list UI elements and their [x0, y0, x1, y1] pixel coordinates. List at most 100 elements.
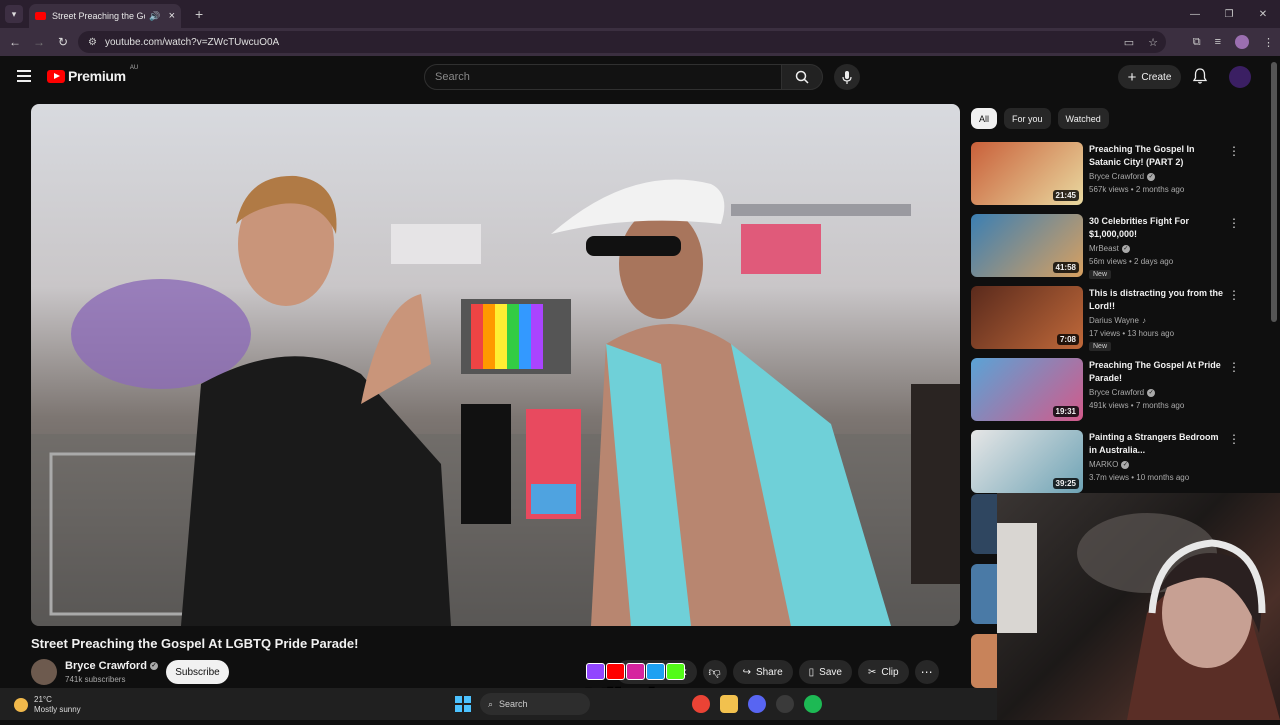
list-item[interactable]: 19:31 Preaching The Gospel At Pride Para…: [971, 358, 1271, 430]
list-item[interactable]: 39:25 Painting a Strangers Bedroom in Au…: [971, 430, 1271, 502]
video-thumbnail[interactable]: 19:31: [971, 358, 1083, 421]
bookmark-star-icon[interactable]: ☆: [1148, 36, 1158, 49]
video-player[interactable]: [31, 104, 960, 626]
channel-name-text: Bryce Crawford: [65, 660, 147, 672]
music-note-icon: ♪: [1141, 316, 1146, 325]
minimize-icon[interactable]: —: [1178, 0, 1212, 28]
address-bar[interactable]: ⚙ youtube.com/watch?v=ZWcTUwcuO0A ▭ ☆: [78, 31, 1166, 53]
new-badge: New: [1089, 342, 1112, 351]
menu-icon[interactable]: [17, 70, 31, 82]
forward-icon[interactable]: →: [27, 35, 51, 49]
video-frame: [31, 175, 960, 626]
new-tab-icon[interactable]: +: [195, 6, 203, 22]
rec-channel[interactable]: Bryce Crawford ✓: [1089, 172, 1156, 181]
window-close-icon[interactable]: ✕: [1246, 0, 1280, 28]
more-actions-button[interactable]: ⋯: [914, 660, 939, 684]
video-thumbnail[interactable]: 41:58: [971, 214, 1083, 277]
duration-badge: 7:08: [1056, 334, 1079, 345]
search-placeholder: Search: [435, 71, 470, 83]
share-label: Share: [755, 666, 783, 678]
duration-badge: 19:31: [1052, 406, 1079, 417]
more-options-icon[interactable]: ⋮: [1228, 288, 1240, 302]
rec-channel[interactable]: Darius Wayne ♪: [1089, 316, 1146, 325]
clip-button[interactable]: ✂ Clip: [857, 660, 909, 684]
dislike-button[interactable]: 👎︎: [702, 660, 727, 684]
search-button[interactable]: [781, 64, 823, 90]
rec-channel[interactable]: MrBeast ✓: [1089, 244, 1130, 253]
windows-taskbar: 21°C Mostly sunny ⌕ Search: [0, 688, 997, 720]
search-input[interactable]: Search: [424, 64, 782, 90]
duration-badge: 21:45: [1052, 190, 1079, 201]
rec-title[interactable]: This is distracting you from the Lord!!: [1089, 287, 1229, 313]
youtube-play-icon: [47, 69, 65, 83]
chip-for-you[interactable]: For you: [1004, 108, 1051, 129]
obs-icon[interactable]: [776, 695, 794, 713]
microphone-icon: [842, 70, 852, 84]
logo-text: Premium: [68, 68, 126, 84]
notifications-bell-icon[interactable]: [1192, 68, 1208, 85]
browser-tab[interactable]: Street Preaching the Gospel At LGBTQ Pri…: [29, 4, 181, 28]
spotify-icon[interactable]: [804, 695, 822, 713]
save-button[interactable]: ▯ Save: [798, 660, 852, 684]
tab-search-icon[interactable]: ▾: [5, 5, 23, 23]
video-thumbnail[interactable]: [971, 494, 997, 554]
channel-name[interactable]: Bryce Crawford ✓: [65, 660, 158, 672]
rec-channel[interactable]: MARKO ✓: [1089, 460, 1130, 469]
file-explorer-icon[interactable]: [720, 695, 738, 713]
weather-widget[interactable]: 21°C Mostly sunny: [14, 695, 81, 715]
youtube-logo[interactable]: Premium AU: [47, 65, 138, 84]
rec-meta: 56m views • 2 days ago: [1089, 257, 1174, 266]
video-thumbnail[interactable]: [971, 634, 997, 688]
list-item[interactable]: 21:45 Preaching The Gospel In Satanic Ci…: [971, 142, 1271, 214]
subscribe-button[interactable]: Subscribe: [166, 660, 229, 684]
account-avatar[interactable]: [1229, 66, 1251, 88]
video-thumbnail[interactable]: 21:45: [971, 142, 1083, 205]
chrome-icon[interactable]: [692, 695, 710, 713]
scissors-icon: ✂: [867, 666, 877, 678]
profile-avatar[interactable]: [1235, 35, 1249, 49]
back-icon[interactable]: ←: [3, 35, 27, 49]
webcam-frame: [997, 513, 1280, 720]
close-tab-icon[interactable]: ×: [169, 10, 175, 22]
reload-icon[interactable]: ↻: [51, 35, 75, 49]
media-control-icon[interactable]: ≡: [1215, 36, 1221, 48]
create-button[interactable]: + Create: [1118, 65, 1181, 89]
taskbar-search[interactable]: ⌕ Search: [480, 693, 590, 715]
cast-icon[interactable]: ▭: [1124, 36, 1134, 49]
more-options-icon[interactable]: ⋮: [1228, 216, 1240, 230]
rec-title[interactable]: 30 Celebrities Fight For $1,000,000!: [1089, 215, 1229, 241]
site-info-icon[interactable]: ⚙: [88, 37, 97, 48]
rec-channel[interactable]: Bryce Crawford ✓: [1089, 388, 1156, 397]
page-scrollbar[interactable]: [1271, 62, 1277, 322]
more-options-icon[interactable]: ⋮: [1228, 360, 1240, 374]
restore-icon[interactable]: ❐: [1212, 0, 1246, 28]
extensions-icon[interactable]: ⧉: [1193, 36, 1201, 49]
list-item[interactable]: 41:58 30 Celebrities Fight For $1,000,00…: [971, 214, 1271, 286]
list-item[interactable]: 7:08 This is distracting you from the Lo…: [971, 286, 1271, 358]
more-options-icon[interactable]: ⋮: [1228, 144, 1240, 158]
sun-icon: [14, 698, 28, 712]
rec-meta: 3.7m views • 10 months ago: [1089, 473, 1190, 482]
verified-icon: ✓: [1121, 244, 1130, 253]
partial-thumbnails: [971, 494, 997, 688]
verified-icon: ✓: [1147, 388, 1156, 397]
chip-watched[interactable]: Watched: [1057, 108, 1109, 129]
video-thumbnail[interactable]: [971, 564, 997, 624]
discord-icon[interactable]: [748, 695, 766, 713]
filter-chips: All For you Watched: [971, 108, 1109, 129]
rec-meta: 567k views • 2 months ago: [1089, 185, 1185, 194]
channel-row: Bryce Crawford ✓ 741k subscribers Subscri…: [31, 659, 961, 687]
channel-avatar[interactable]: [31, 659, 57, 685]
rec-title[interactable]: Preaching The Gospel In Satanic City! (P…: [1089, 143, 1229, 169]
windows-start-icon[interactable]: [455, 696, 471, 712]
more-options-icon[interactable]: ⋮: [1228, 432, 1240, 446]
voice-search-button[interactable]: [834, 64, 860, 90]
video-thumbnail[interactable]: 39:25: [971, 430, 1083, 493]
video-thumbnail[interactable]: 7:08: [971, 286, 1083, 349]
share-button[interactable]: ↪ Share: [732, 660, 793, 684]
chip-all[interactable]: All: [971, 108, 998, 129]
speaker-icon[interactable]: 🔊: [149, 11, 160, 22]
browser-menu-icon[interactable]: ⋮: [1263, 36, 1274, 49]
rec-title[interactable]: Painting a Strangers Bedroom in Australi…: [1089, 431, 1229, 457]
rec-title[interactable]: Preaching The Gospel At Pride Parade!: [1089, 359, 1229, 385]
